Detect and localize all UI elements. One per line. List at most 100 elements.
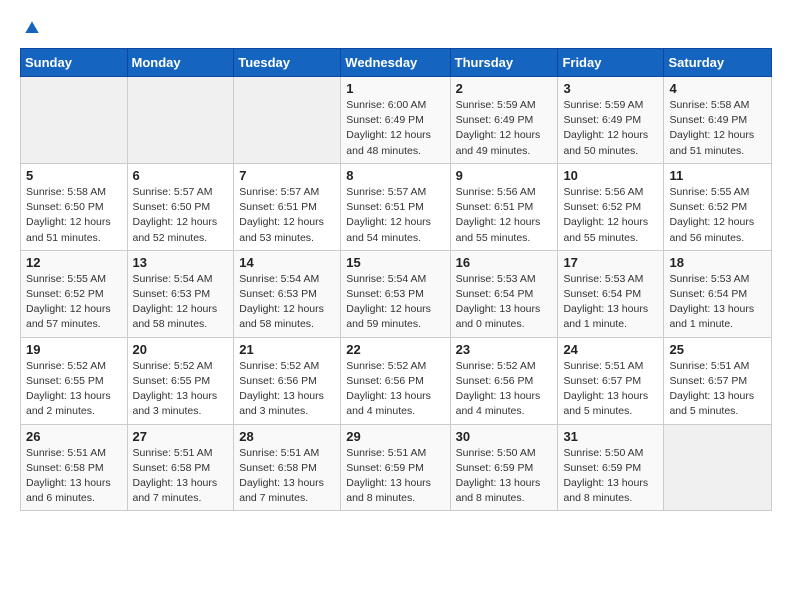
day-info: Sunrise: 5:51 AM Sunset: 6:59 PM Dayligh… [346, 446, 444, 507]
day-info: Sunrise: 5:58 AM Sunset: 6:49 PM Dayligh… [669, 98, 766, 159]
calendar-cell: 28 Sunrise: 5:51 AM Sunset: 6:58 PM Dayli… [234, 424, 341, 511]
day-number: 6 [133, 168, 229, 183]
day-number: 25 [669, 342, 766, 357]
calendar-week-row: 26 Sunrise: 5:51 AM Sunset: 6:58 PM Dayli… [21, 424, 772, 511]
day-info: Sunrise: 5:54 AM Sunset: 6:53 PM Dayligh… [239, 272, 335, 333]
calendar-cell: 8 Sunrise: 5:57 AM Sunset: 6:51 PM Daylig… [341, 163, 450, 250]
day-number: 8 [346, 168, 444, 183]
calendar-week-row: 19Sunrise: 5:52 AM Sunset: 6:55 PM Dayli… [21, 337, 772, 424]
calendar-cell: 10Sunrise: 5:56 AM Sunset: 6:52 PM Dayli… [558, 163, 664, 250]
day-number: 21 [239, 342, 335, 357]
calendar-cell: 30 Sunrise: 5:50 AM Sunset: 6:59 PM Dayli… [450, 424, 558, 511]
calendar-header-row: SundayMondayTuesdayWednesdayThursdayFrid… [21, 49, 772, 77]
calendar-cell: 7 Sunrise: 5:57 AM Sunset: 6:51 PM Daylig… [234, 163, 341, 250]
day-number: 16 [456, 255, 553, 270]
day-info: Sunrise: 5:52 AM Sunset: 6:56 PM Dayligh… [456, 359, 553, 420]
day-number: 4 [669, 81, 766, 96]
day-info: Sunrise: 5:53 AM Sunset: 6:54 PM Dayligh… [456, 272, 553, 333]
day-info: Sunrise: 5:58 AM Sunset: 6:50 PM Dayligh… [26, 185, 122, 246]
logo-icon [22, 18, 42, 38]
day-number: 20 [133, 342, 229, 357]
day-number: 10 [563, 168, 658, 183]
calendar-cell: 27 Sunrise: 5:51 AM Sunset: 6:58 PM Dayli… [127, 424, 234, 511]
calendar-cell [234, 77, 341, 164]
day-info: Sunrise: 5:57 AM Sunset: 6:50 PM Dayligh… [133, 185, 229, 246]
calendar-cell [664, 424, 772, 511]
calendar-cell: 13 Sunrise: 5:54 AM Sunset: 6:53 PM Dayli… [127, 250, 234, 337]
calendar-cell: 29 Sunrise: 5:51 AM Sunset: 6:59 PM Dayli… [341, 424, 450, 511]
header [20, 18, 772, 38]
day-number: 15 [346, 255, 444, 270]
calendar-cell: 4 Sunrise: 5:58 AM Sunset: 6:49 PM Daylig… [664, 77, 772, 164]
day-number: 7 [239, 168, 335, 183]
calendar-cell: 2 Sunrise: 5:59 AM Sunset: 6:49 PM Daylig… [450, 77, 558, 164]
day-info: Sunrise: 5:51 AM Sunset: 6:57 PM Dayligh… [563, 359, 658, 420]
day-number: 28 [239, 429, 335, 444]
day-number: 1 [346, 81, 444, 96]
calendar-cell: 25Sunrise: 5:51 AM Sunset: 6:57 PM Dayli… [664, 337, 772, 424]
day-number: 31 [563, 429, 658, 444]
calendar-cell: 31 Sunrise: 5:50 AM Sunset: 6:59 PM Dayli… [558, 424, 664, 511]
col-header-friday: Friday [558, 49, 664, 77]
calendar-cell: 1 Sunrise: 6:00 AM Sunset: 6:49 PM Daylig… [341, 77, 450, 164]
calendar-week-row: 5Sunrise: 5:58 AM Sunset: 6:50 PM Daylig… [21, 163, 772, 250]
page: SundayMondayTuesdayWednesdayThursdayFrid… [0, 0, 792, 521]
day-info: Sunrise: 5:50 AM Sunset: 6:59 PM Dayligh… [563, 446, 658, 507]
col-header-monday: Monday [127, 49, 234, 77]
day-info: Sunrise: 5:54 AM Sunset: 6:53 PM Dayligh… [346, 272, 444, 333]
day-info: Sunrise: 5:54 AM Sunset: 6:53 PM Dayligh… [133, 272, 229, 333]
day-number: 13 [133, 255, 229, 270]
day-info: Sunrise: 5:50 AM Sunset: 6:59 PM Dayligh… [456, 446, 553, 507]
col-header-sunday: Sunday [21, 49, 128, 77]
day-info: Sunrise: 6:00 AM Sunset: 6:49 PM Dayligh… [346, 98, 444, 159]
logo [20, 18, 42, 38]
col-header-saturday: Saturday [664, 49, 772, 77]
calendar-cell: 15 Sunrise: 5:54 AM Sunset: 6:53 PM Dayli… [341, 250, 450, 337]
calendar-cell: 22 Sunrise: 5:52 AM Sunset: 6:56 PM Dayli… [341, 337, 450, 424]
day-info: Sunrise: 5:56 AM Sunset: 6:51 PM Dayligh… [456, 185, 553, 246]
day-info: Sunrise: 5:52 AM Sunset: 6:56 PM Dayligh… [239, 359, 335, 420]
day-number: 12 [26, 255, 122, 270]
col-header-wednesday: Wednesday [341, 49, 450, 77]
calendar-cell: 14 Sunrise: 5:54 AM Sunset: 6:53 PM Dayli… [234, 250, 341, 337]
day-info: Sunrise: 5:55 AM Sunset: 6:52 PM Dayligh… [26, 272, 122, 333]
day-number: 22 [346, 342, 444, 357]
calendar-cell: 9Sunrise: 5:56 AM Sunset: 6:51 PM Daylig… [450, 163, 558, 250]
day-info: Sunrise: 5:51 AM Sunset: 6:58 PM Dayligh… [133, 446, 229, 507]
calendar-cell: 6 Sunrise: 5:57 AM Sunset: 6:50 PM Daylig… [127, 163, 234, 250]
day-number: 2 [456, 81, 553, 96]
day-info: Sunrise: 5:59 AM Sunset: 6:49 PM Dayligh… [456, 98, 553, 159]
calendar-cell: 18Sunrise: 5:53 AM Sunset: 6:54 PM Dayli… [664, 250, 772, 337]
calendar-cell: 5Sunrise: 5:58 AM Sunset: 6:50 PM Daylig… [21, 163, 128, 250]
day-info: Sunrise: 5:51 AM Sunset: 6:58 PM Dayligh… [239, 446, 335, 507]
calendar-week-row: 12 Sunrise: 5:55 AM Sunset: 6:52 PM Dayli… [21, 250, 772, 337]
day-info: Sunrise: 5:57 AM Sunset: 6:51 PM Dayligh… [346, 185, 444, 246]
calendar-cell: 24Sunrise: 5:51 AM Sunset: 6:57 PM Dayli… [558, 337, 664, 424]
calendar-cell: 23 Sunrise: 5:52 AM Sunset: 6:56 PM Dayli… [450, 337, 558, 424]
calendar-cell [127, 77, 234, 164]
calendar-cell: 26 Sunrise: 5:51 AM Sunset: 6:58 PM Dayli… [21, 424, 128, 511]
calendar-cell: 20Sunrise: 5:52 AM Sunset: 6:55 PM Dayli… [127, 337, 234, 424]
day-info: Sunrise: 5:59 AM Sunset: 6:49 PM Dayligh… [563, 98, 658, 159]
day-info: Sunrise: 5:53 AM Sunset: 6:54 PM Dayligh… [563, 272, 658, 333]
day-info: Sunrise: 5:53 AM Sunset: 6:54 PM Dayligh… [669, 272, 766, 333]
day-number: 3 [563, 81, 658, 96]
day-info: Sunrise: 5:52 AM Sunset: 6:56 PM Dayligh… [346, 359, 444, 420]
day-number: 29 [346, 429, 444, 444]
calendar-cell: 21 Sunrise: 5:52 AM Sunset: 6:56 PM Dayli… [234, 337, 341, 424]
day-number: 14 [239, 255, 335, 270]
calendar-cell: 11Sunrise: 5:55 AM Sunset: 6:52 PM Dayli… [664, 163, 772, 250]
day-number: 19 [26, 342, 122, 357]
calendar-cell: 19Sunrise: 5:52 AM Sunset: 6:55 PM Dayli… [21, 337, 128, 424]
calendar-cell: 3 Sunrise: 5:59 AM Sunset: 6:49 PM Daylig… [558, 77, 664, 164]
day-number: 23 [456, 342, 553, 357]
day-number: 27 [133, 429, 229, 444]
day-info: Sunrise: 5:51 AM Sunset: 6:58 PM Dayligh… [26, 446, 122, 507]
day-number: 17 [563, 255, 658, 270]
calendar-cell [21, 77, 128, 164]
col-header-thursday: Thursday [450, 49, 558, 77]
day-number: 26 [26, 429, 122, 444]
day-number: 30 [456, 429, 553, 444]
day-number: 11 [669, 168, 766, 183]
day-info: Sunrise: 5:57 AM Sunset: 6:51 PM Dayligh… [239, 185, 335, 246]
